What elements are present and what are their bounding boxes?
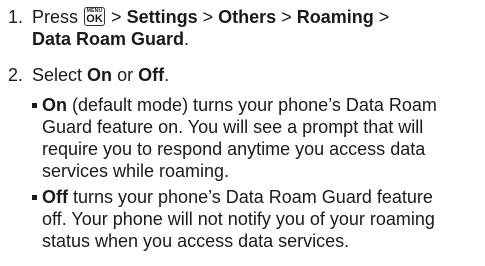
bullet-text: Off turns your phone’s Data Roam Guard f… [42,186,482,252]
bullet-line: Off turns your phone’s Data Roam Guard f… [42,186,482,208]
bullet-line-rest: (default mode) turns your phone’s Data R… [67,95,437,115]
bullet-label: On [42,95,67,115]
step-end: . [184,29,190,49]
bullet-line: status when you access data services. [42,231,350,251]
path-others: Others [218,7,277,27]
bullet-square-icon [32,103,37,108]
bullet-text: On (default mode) turns your phone’s Dat… [42,94,482,182]
or-text: or [117,65,134,85]
path-separator: > [202,7,214,27]
bullet-line: require you to respond anytime you acces… [42,139,426,159]
key-main-label: OK [86,13,103,25]
step-2-line-1: Select On or Off. [32,64,482,86]
path-roaming: Roaming [296,7,374,27]
step-number: 1. [8,7,24,27]
path-separator: > [281,7,292,27]
step-text: Press MENU OK > Settings > Others > Roam… [32,6,482,50]
step-1-line-1: Press MENU OK > Settings > Others > Roam… [32,6,482,28]
option-off: Off [138,65,165,85]
press-text: Press [32,7,79,27]
menu-ok-key-icon: MENU OK [84,7,106,26]
bullet-line: Guard feature on. You will see a prompt … [42,117,424,137]
path-separator: > [111,7,122,27]
path-settings: Settings [126,7,198,27]
bullet-line: services while roaming. [42,161,230,181]
select-text: Select [32,65,83,85]
bullet-line: off. Your phone will not notify you of y… [42,209,435,229]
path-data-roam-guard: Data Roam Guard [32,29,185,49]
bullet-square-icon [32,195,37,200]
bullet-line: On (default mode) turns your phone’s Dat… [42,94,482,116]
step-number: 2. [8,65,24,85]
option-on: On [87,65,113,85]
step-text: Select On or Off. [32,64,482,86]
step-1-line-2: Data Roam Guard. [32,28,482,50]
bullet-line-rest: turns your phone’s Data Roam Guard featu… [68,187,433,207]
bullet-label: Off [42,187,68,207]
path-separator: > [378,7,390,27]
step-end: . [164,65,170,85]
